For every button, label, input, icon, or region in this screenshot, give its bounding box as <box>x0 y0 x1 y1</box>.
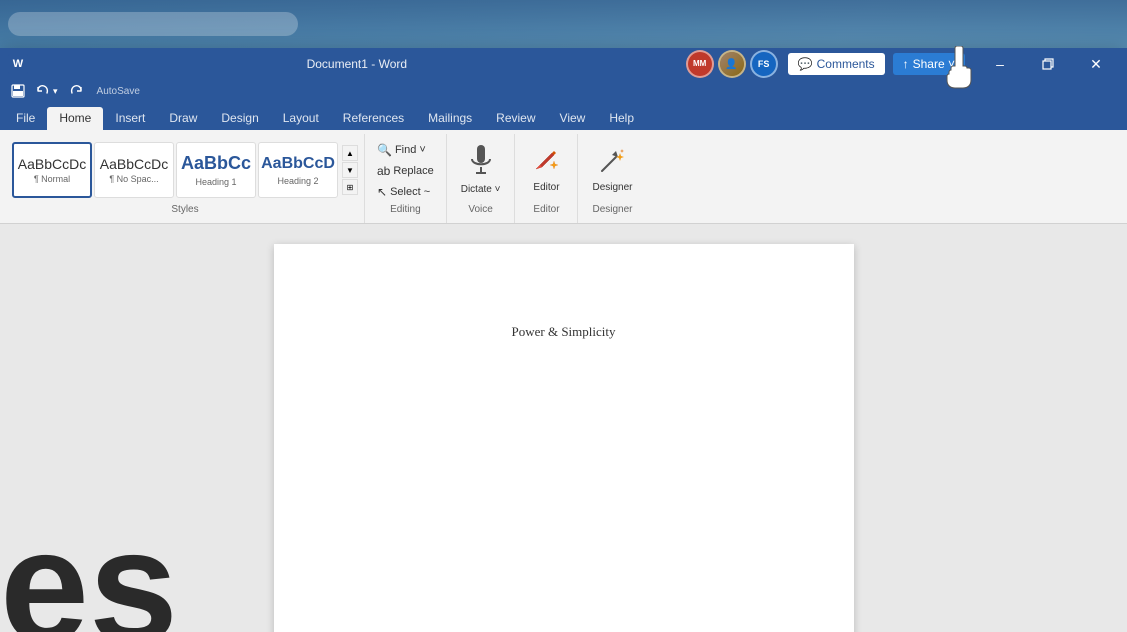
tab-review[interactable]: Review <box>484 107 547 130</box>
word-window: W Document1 - Word MM 👤 FS 💬 Comments <box>0 48 1127 632</box>
gallery-scroll: ▲ ▼ ⊞ <box>342 145 358 195</box>
style-h2-text: AaBbCcD <box>261 154 335 173</box>
editing-group-label: Editing <box>371 202 440 219</box>
gallery-scroll-down[interactable]: ▼ <box>342 162 358 178</box>
style-h2-label: Heading 2 <box>277 176 318 186</box>
styles-gallery: AaBbCcDc ¶ Normal AaBbCcDc ¶ No Spac... … <box>12 142 358 198</box>
undo-arrow: ▾ <box>53 86 58 97</box>
voice-group-label: Voice <box>453 202 509 219</box>
styles-group-content: AaBbCcDc ¶ Normal AaBbCcDc ¶ No Spac... … <box>12 134 358 202</box>
doc-content-line1[interactable]: Power & Simplicity <box>346 324 782 340</box>
avatar-photo[interactable]: 👤 <box>718 50 746 78</box>
voice-group: Dictate ˅ Voice <box>447 134 516 223</box>
select-icon: ↖ <box>377 185 387 199</box>
taskbar-area <box>0 0 1127 48</box>
title-bar-title: Document1 - Word <box>28 57 686 71</box>
designer-group: Designer Designer <box>578 134 646 223</box>
tab-references[interactable]: References <box>331 107 416 130</box>
designer-button[interactable]: Designer <box>584 140 640 200</box>
tab-help[interactable]: Help <box>597 107 646 130</box>
designer-icon <box>598 147 626 180</box>
ribbon-tabs: File Home Insert Draw Design Layout Refe… <box>0 102 1127 130</box>
find-icon: 🔍 <box>377 143 392 157</box>
title-bar: W Document1 - Word MM 👤 FS 💬 Comments <box>0 48 1127 80</box>
user-avatars: MM 👤 FS <box>686 50 778 78</box>
tab-insert[interactable]: Insert <box>103 107 157 130</box>
style-h1-text: AaBbCc <box>181 153 251 175</box>
share-icon: ↑ <box>903 57 909 71</box>
style-nospace-text: AaBbCcDc <box>100 156 168 173</box>
select-button[interactable]: ↖ Select ~ <box>371 182 440 202</box>
designer-group-content: Designer <box>584 134 640 202</box>
avatar-mm[interactable]: MM <box>686 50 714 78</box>
dictate-button[interactable]: Dictate ˅ <box>453 140 509 200</box>
document-page[interactable]: Power & Simplicity <box>274 244 854 632</box>
style-normal-text: AaBbCcDc <box>18 156 86 173</box>
comments-button[interactable]: 💬 Comments <box>788 53 885 75</box>
editor-icon <box>532 147 560 180</box>
editor-group-content: Editor <box>521 134 571 202</box>
replace-button[interactable]: ab Replace <box>371 161 440 181</box>
style-heading1[interactable]: AaBbCc Heading 1 <box>176 142 256 198</box>
undo-icon <box>35 83 51 99</box>
style-heading2[interactable]: AaBbCcD Heading 2 <box>258 142 338 198</box>
tab-mailings[interactable]: Mailings <box>416 107 484 130</box>
word-icon: W <box>8 54 28 74</box>
qa-undo-btn[interactable]: ▾ <box>32 82 61 100</box>
editor-group-label: Editor <box>521 202 571 219</box>
styles-group-label: Styles <box>12 202 358 219</box>
close-button[interactable]: ✕ <box>1073 48 1119 80</box>
editor-button[interactable]: Editor <box>521 140 571 200</box>
styles-group: AaBbCcDc ¶ Normal AaBbCcDc ¶ No Spac... … <box>6 134 365 223</box>
tab-draw[interactable]: Draw <box>157 107 209 130</box>
designer-label: Designer <box>592 182 632 193</box>
quick-access-toolbar: ▾ AutoSave <box>0 80 1127 102</box>
title-bar-left: W <box>8 54 28 74</box>
ribbon: File Home Insert Draw Design Layout Refe… <box>0 102 1127 224</box>
title-bar-right: MM 👤 FS 💬 Comments ↑ Share ˅ – <box>686 48 1119 80</box>
editor-group: Editor Editor <box>515 134 578 223</box>
voice-group-content: Dictate ˅ <box>453 134 509 202</box>
style-nospace-label: ¶ No Spac... <box>109 174 158 184</box>
document-area[interactable]: Power & Simplicity <box>0 224 1127 632</box>
minimize-button[interactable]: – <box>977 48 1023 80</box>
style-nospace[interactable]: AaBbCcDc ¶ No Spac... <box>94 142 174 198</box>
microphone-icon <box>469 145 493 182</box>
autosave-label: AutoSave <box>97 86 140 97</box>
tab-view[interactable]: View <box>548 107 598 130</box>
style-items-list: AaBbCcDc ¶ Normal AaBbCcDc ¶ No Spac... … <box>12 142 338 198</box>
ribbon-content: AaBbCcDc ¶ Normal AaBbCcDc ¶ No Spac... … <box>0 130 1127 223</box>
restore-button[interactable] <box>1025 48 1071 80</box>
find-button[interactable]: 🔍 Find ˅ <box>371 140 440 160</box>
share-button[interactable]: ↑ Share ˅ <box>893 53 965 75</box>
qa-save-btn[interactable] <box>8 83 28 99</box>
gallery-expand[interactable]: ⊞ <box>342 179 358 195</box>
save-icon <box>11 84 25 98</box>
avatar-fs[interactable]: FS <box>750 50 778 78</box>
autosave-area: AutoSave <box>97 86 140 97</box>
tab-design[interactable]: Design <box>209 107 270 130</box>
comments-icon: 💬 <box>798 57 813 71</box>
search-bar[interactable] <box>8 12 298 36</box>
restore-icon <box>1042 58 1054 70</box>
tab-home[interactable]: Home <box>47 107 103 130</box>
editing-buttons: 🔍 Find ˅ ab Replace ↖ Select ~ <box>371 138 440 202</box>
editing-group: 🔍 Find ˅ ab Replace ↖ Select ~ Editi <box>365 134 447 223</box>
gallery-scroll-up[interactable]: ▲ <box>342 145 358 161</box>
style-normal[interactable]: AaBbCcDc ¶ Normal <box>12 142 92 198</box>
editing-group-content: 🔍 Find ˅ ab Replace ↖ Select ~ <box>371 134 440 202</box>
style-normal-label: ¶ Normal <box>34 174 70 184</box>
qa-redo-btn[interactable] <box>65 82 87 100</box>
redo-icon <box>68 83 84 99</box>
designer-group-label: Designer <box>584 202 640 219</box>
editor-label: Editor <box>533 182 559 193</box>
dictate-label: Dictate ˅ <box>461 184 501 195</box>
style-h1-label: Heading 1 <box>195 177 236 187</box>
tab-file[interactable]: File <box>4 107 47 130</box>
tab-layout[interactable]: Layout <box>271 107 331 130</box>
replace-icon: ab <box>377 164 390 178</box>
